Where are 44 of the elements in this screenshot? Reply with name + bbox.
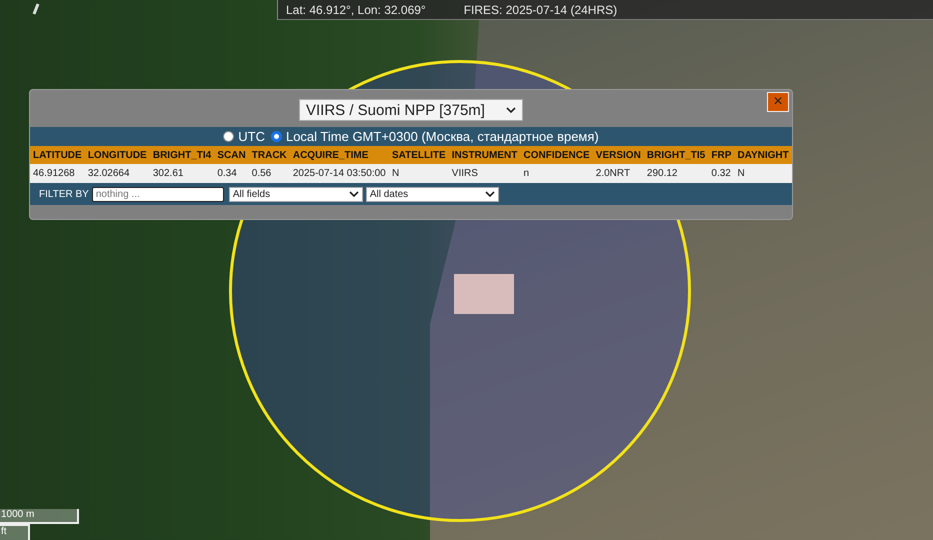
- column-header: INSTRUMENT: [448, 146, 520, 164]
- table-cell: 290.12: [644, 164, 708, 183]
- column-header: TRACK: [248, 146, 290, 164]
- field-dropdown[interactable]: All fields: [228, 186, 363, 202]
- column-header: SATELLITE: [388, 146, 449, 164]
- filter-label: FILTER BY: [39, 188, 89, 200]
- filter-input[interactable]: nothing ...: [92, 186, 224, 202]
- close-button[interactable]: ×: [767, 92, 789, 112]
- table-cell: 2025-07-14 03:50:00: [290, 164, 389, 183]
- table-cell: 0.56: [248, 164, 290, 183]
- source-dropdown[interactable]: VIIRS / Suomi NPP [375m]: [299, 99, 523, 121]
- layer-date: FIRES: 2025-07-14 (24HRS): [464, 2, 618, 16]
- table-cell: 32.02664: [84, 164, 150, 183]
- north-marker-icon: [32, 3, 40, 15]
- time-mode-radio[interactable]: Local Time GMT+0300 (Москва, стандартное время): [270, 129, 599, 144]
- column-header: ACQUIRE_TIME: [290, 146, 389, 164]
- table-cell: 46.91268: [30, 164, 85, 183]
- column-header: CONFIDENCE: [520, 146, 593, 164]
- cursor-coordinates: Lat: 46.912°, Lon: 32.069°: [286, 2, 426, 16]
- caret-icon: [348, 191, 359, 197]
- table-cell: 0.32: [708, 164, 734, 183]
- time-mode-radio[interactable]: UTC: [223, 129, 265, 144]
- table-cell: n: [520, 164, 593, 183]
- column-header: LONGITUDE: [84, 146, 150, 164]
- column-header: BRIGHT_TI4: [150, 146, 214, 164]
- table-cell: 2.0NRT: [592, 164, 644, 183]
- column-header: BRIGHT_TI5: [644, 146, 708, 164]
- metric-scale-bar: 1000 m: [0, 509, 79, 524]
- date-dropdown[interactable]: All dates: [366, 186, 499, 202]
- table-cell: 0.34: [214, 164, 249, 183]
- table-cell: N: [388, 164, 449, 183]
- table-cell: 302.61: [150, 164, 214, 183]
- caret-icon: [506, 107, 516, 113]
- table-cell: N: [734, 164, 792, 183]
- table-cell: VIIRS: [448, 164, 520, 183]
- satellite-map[interactable]: [0, 0, 933, 540]
- column-header: SCAN: [214, 146, 249, 164]
- caret-icon: [484, 191, 495, 197]
- column-header: FRP: [708, 146, 734, 164]
- column-header: VERSION: [592, 146, 644, 164]
- column-header: LATITUDE: [30, 146, 85, 164]
- imperial-scale-bar: ft: [0, 524, 30, 540]
- column-header: DAYNIGHT: [734, 146, 792, 164]
- fire-pixel-marker[interactable]: [454, 274, 514, 314]
